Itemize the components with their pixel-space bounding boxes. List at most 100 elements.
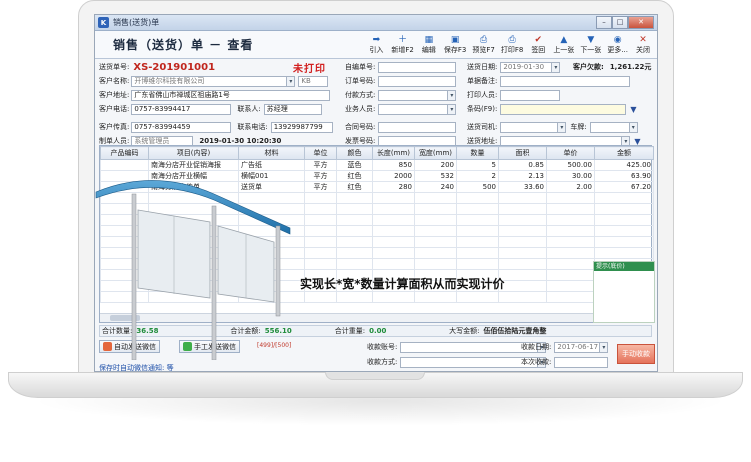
toolbar-button-more[interactable]: ◉ 更多... xyxy=(604,33,631,57)
table-cell[interactable]: 240 xyxy=(414,181,457,193)
empty-cell[interactable] xyxy=(304,236,337,248)
empty-cell[interactable] xyxy=(414,214,457,226)
empty-cell[interactable] xyxy=(594,236,654,248)
printer-input[interactable] xyxy=(500,89,561,101)
table-cell[interactable]: 广告纸 xyxy=(238,159,305,171)
account-select[interactable] xyxy=(400,341,539,353)
empty-cell[interactable] xyxy=(498,280,547,292)
empty-cell[interactable] xyxy=(336,258,373,270)
maximize-icon[interactable]: □ xyxy=(612,16,628,29)
empty-cell[interactable] xyxy=(546,258,595,270)
calendar-icon[interactable]: ▾ xyxy=(552,61,561,73)
empty-cell[interactable] xyxy=(456,291,499,303)
toolbar-button-close[interactable]: ✕ 关闭 xyxy=(631,33,655,57)
empty-cell[interactable] xyxy=(546,291,595,303)
table-cell[interactable]: 63.90 xyxy=(594,170,654,182)
toolbar-button-check[interactable]: ✔ 签回 xyxy=(526,33,550,57)
column-header[interactable]: 项目(内容) xyxy=(148,146,239,160)
expand-triangle-icon[interactable]: ▼ xyxy=(630,105,636,114)
empty-cell[interactable] xyxy=(456,258,499,270)
table-cell[interactable]: 平方 xyxy=(304,159,337,171)
toolbar-button-edit[interactable]: ▦ 编辑 xyxy=(417,33,441,57)
customer-code-input[interactable]: KB xyxy=(298,75,329,87)
empty-cell[interactable] xyxy=(546,269,595,281)
window-close-icon[interactable]: ✕ xyxy=(628,16,654,29)
column-header[interactable]: 材料 xyxy=(238,146,305,160)
empty-cell[interactable] xyxy=(304,291,337,303)
table-cell[interactable]: 南海分店开业促销海报 xyxy=(148,159,239,171)
table-cell[interactable]: 33.60 xyxy=(498,181,547,193)
empty-cell[interactable] xyxy=(498,192,547,204)
empty-cell[interactable] xyxy=(414,236,457,248)
table-cell[interactable]: 500.00 xyxy=(546,159,595,171)
table-cell[interactable]: 500 xyxy=(456,181,499,193)
table-cell[interactable]: 0.85 xyxy=(498,159,547,171)
table-cell[interactable]: 850 xyxy=(372,159,415,171)
empty-cell[interactable] xyxy=(414,192,457,204)
empty-cell[interactable] xyxy=(456,236,499,248)
column-header[interactable]: 长度(mm) xyxy=(372,146,415,160)
empty-cell[interactable] xyxy=(336,225,373,237)
empty-cell[interactable] xyxy=(498,291,547,303)
empty-cell[interactable] xyxy=(414,247,457,259)
driver-select[interactable] xyxy=(500,121,559,133)
empty-cell[interactable] xyxy=(594,192,654,204)
empty-cell[interactable] xyxy=(498,214,547,226)
receipt-calendar-icon[interactable]: ▾ xyxy=(600,341,609,353)
empty-cell[interactable] xyxy=(372,214,415,226)
empty-cell[interactable] xyxy=(594,203,654,215)
empty-cell[interactable] xyxy=(498,247,547,259)
empty-cell[interactable] xyxy=(498,269,547,281)
empty-cell[interactable] xyxy=(594,214,654,226)
table-cell[interactable]: 2 xyxy=(456,170,499,182)
empty-cell[interactable] xyxy=(372,291,415,303)
table-cell[interactable]: 280 xyxy=(372,181,415,193)
table-cell[interactable]: 532 xyxy=(414,170,457,182)
empty-cell[interactable] xyxy=(414,291,457,303)
empty-cell[interactable] xyxy=(304,192,337,204)
customer-name-input[interactable]: 开博维尔科技有限公司 xyxy=(131,75,288,87)
empty-cell[interactable] xyxy=(372,203,415,215)
empty-cell[interactable] xyxy=(456,192,499,204)
phone-input[interactable]: 0757-83994417 xyxy=(131,103,232,115)
table-cell[interactable]: 平方 xyxy=(304,170,337,182)
empty-cell[interactable] xyxy=(498,225,547,237)
empty-cell[interactable] xyxy=(546,225,595,237)
table-cell[interactable]: 5 xyxy=(456,159,499,171)
empty-cell[interactable] xyxy=(336,236,373,248)
remark-input[interactable] xyxy=(500,75,631,87)
empty-cell[interactable] xyxy=(594,247,654,259)
receipt-date-input[interactable]: 2017-06-17 xyxy=(554,341,601,353)
empty-cell[interactable] xyxy=(546,192,595,204)
table-cell[interactable]: 红色 xyxy=(336,170,373,182)
column-header[interactable]: 颜色 xyxy=(336,146,373,160)
empty-cell[interactable] xyxy=(304,258,337,270)
empty-cell[interactable] xyxy=(456,203,499,215)
manual-receive-button[interactable]: 手动收款 xyxy=(617,344,655,364)
empty-cell[interactable] xyxy=(456,225,499,237)
column-header[interactable]: 单位 xyxy=(304,146,337,160)
method-select[interactable] xyxy=(400,356,539,368)
vehicle-select[interactable] xyxy=(589,121,630,133)
payment-select[interactable] xyxy=(378,89,449,101)
table-row[interactable]: 南海分店开业促销海报 广告纸 平方 蓝色 850 200 5 0.85 500.00 425.00 xyxy=(100,159,654,171)
empty-cell[interactable] xyxy=(336,247,373,259)
empty-cell[interactable] xyxy=(498,258,547,270)
barcode-input[interactable] xyxy=(500,103,627,115)
empty-cell[interactable] xyxy=(336,214,373,226)
empty-cell[interactable] xyxy=(546,280,595,292)
sales-select[interactable] xyxy=(378,103,449,115)
table-cell[interactable]: 200 xyxy=(414,159,457,171)
empty-cell[interactable] xyxy=(372,247,415,259)
table-cell[interactable] xyxy=(100,159,149,171)
this-receipt-input[interactable] xyxy=(554,356,609,368)
self-no-input[interactable] xyxy=(378,61,457,73)
empty-cell[interactable] xyxy=(414,225,457,237)
driver-dropdown-icon[interactable]: ▾ xyxy=(558,121,567,133)
toolbar-button-add[interactable]: ＋新增F2 xyxy=(388,33,416,57)
empty-cell[interactable] xyxy=(546,214,595,226)
column-header[interactable]: 金额 xyxy=(594,146,654,160)
table-cell[interactable]: 2.13 xyxy=(498,170,547,182)
table-cell[interactable]: 67.20 xyxy=(594,181,654,193)
empty-cell[interactable] xyxy=(304,214,337,226)
